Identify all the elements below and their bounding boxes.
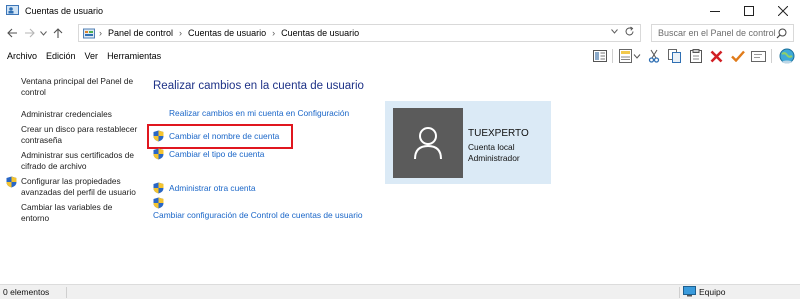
arrow-up-icon [53,27,62,38]
breadcrumb-control-panel[interactable]: Panel de control [108,28,173,38]
breadcrumb-separator: › [99,28,102,38]
close-button[interactable] [766,0,800,21]
checkmark-icon [730,50,745,62]
breadcrumb-user-accounts[interactable]: Cuentas de usuario [188,28,266,38]
status-divider [66,287,67,298]
delete-icon [710,50,723,62]
status-divider [679,287,680,298]
cut-icon [648,49,659,63]
uac-shield-icon [153,182,164,194]
search-icon [776,28,787,39]
task-advanced-profile-properties[interactable]: Configurar las propiedades avanzadas del… [21,176,139,198]
title-bar: Cuentas de usuario [0,0,800,21]
computer-icon [683,286,696,297]
paste-button[interactable] [686,47,705,65]
paste-icon [689,49,702,63]
navigation-bar: › Panel de control › Cuentas de usuario … [0,22,800,44]
task-password-reset-disk[interactable]: Crear un disco para restablecer contrase… [21,124,139,146]
refresh-icon [625,26,634,36]
uac-shield-icon [6,176,17,188]
recent-locations-button[interactable] [38,24,49,42]
chevron-down-icon [611,29,618,34]
close-icon [778,5,788,16]
view-button[interactable] [590,47,609,65]
minimize-button[interactable] [698,0,732,21]
rename-icon [751,50,766,62]
minimize-icon [710,10,720,12]
maximize-button[interactable] [732,0,766,21]
address-bar[interactable]: › Panel de control › Cuentas de usuario … [78,24,641,42]
uac-settings-link[interactable]: Cambiar configuración de Control de cuen… [153,210,363,220]
change-account-type-link[interactable]: Cambiar el tipo de cuenta [169,149,264,159]
status-bar: 0 elementos Equipo [0,284,800,299]
search-input[interactable] [658,28,776,38]
status-location: Equipo [683,286,725,297]
breadcrumb-separator: › [179,28,183,38]
menu-archivo[interactable]: Archivo [7,51,37,61]
copy-icon [668,49,681,63]
page-title: Realizar cambios en la cuenta de usuario [153,80,364,92]
toolbar-divider [612,49,613,63]
menu-bar: Archivo Edición Ver Herramientas [0,46,800,66]
menu-ver[interactable]: Ver [85,51,99,61]
breadcrumb-separator: › [272,28,276,38]
globe-icon [779,48,794,64]
arrow-left-icon [7,28,17,38]
manage-other-account-link[interactable]: Administrar otra cuenta [169,183,256,193]
address-dropdown-button[interactable] [611,27,618,36]
account-type: Cuenta local [468,142,515,152]
menu-herramientas[interactable]: Herramientas [107,51,161,61]
up-button[interactable] [49,24,66,42]
user-accounts-icon [6,5,19,15]
delete-button[interactable] [707,47,726,65]
task-manage-credentials[interactable]: Administrar credenciales [21,109,139,120]
uac-shield-icon [153,197,164,209]
apply-button[interactable] [728,47,747,65]
maximize-icon [744,5,754,16]
item-count: 0 elementos [3,287,50,297]
task-environment-variables[interactable]: Cambiar las variables de entorno [21,202,139,224]
highlight-annotation [147,124,293,149]
account-role: Administrador [468,153,520,163]
rename-button[interactable] [749,47,768,65]
network-button[interactable] [777,47,796,65]
uac-shield-icon [153,148,164,160]
task-file-encryption-certificates[interactable]: Administrar sus certificados de cifrado … [21,150,139,172]
tasks-pane: Ventana principal del Panel de control A… [0,68,140,283]
avatar [393,108,463,178]
cut-button[interactable] [644,47,663,65]
breadcrumb-user-accounts-current[interactable]: Cuentas de usuario [281,28,359,38]
folder-options-icon [619,49,641,63]
user-account-card: TUEXPERTO Cuenta local Administrador [385,101,551,184]
window-title: Cuentas de usuario [25,5,104,16]
status-location-label: Equipo [699,286,726,297]
chevron-down-icon [40,30,47,36]
search-box[interactable] [651,24,794,42]
folder-options-button[interactable] [618,47,642,65]
user-icon [414,127,442,160]
view-icon [592,50,607,62]
user-name: TUEXPERTO [468,128,529,139]
toolbar-divider [771,49,772,63]
back-button[interactable] [4,24,21,42]
toolbar [588,47,796,65]
control-panel-icon [83,28,95,38]
forward-button[interactable] [21,24,38,42]
settings-account-link[interactable]: Realizar cambios en mi cuenta en Configu… [169,108,349,118]
task-control-panel-home[interactable]: Ventana principal del Panel de control [21,76,139,98]
refresh-button[interactable] [624,26,635,40]
copy-button[interactable] [665,47,684,65]
arrow-right-icon [25,28,35,38]
menu-edicion[interactable]: Edición [46,51,76,61]
